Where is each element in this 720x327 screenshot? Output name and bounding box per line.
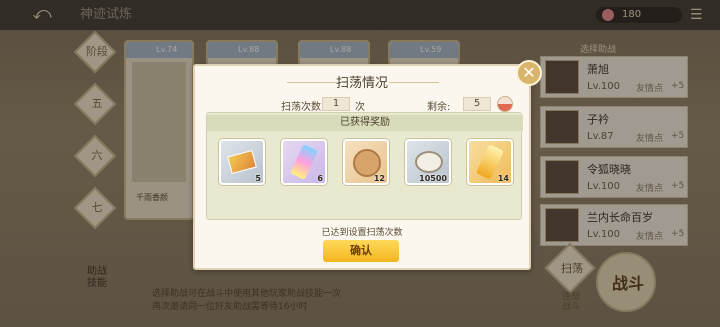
reward-count: 5: [255, 174, 261, 183]
dialog-title: 扫荡情况: [335, 76, 388, 91]
silver-shell-icon: [415, 151, 443, 173]
golden-card-icon: [227, 149, 257, 175]
rewards-header: 已获得奖励: [207, 115, 523, 131]
reward-panel: 已获得奖励 5 6 12 10500 14: [206, 112, 523, 220]
remaining-value: 5: [463, 97, 491, 111]
reward-item[interactable]: 10500: [405, 139, 451, 185]
sweep-count-value: 1: [322, 97, 350, 111]
cookie-icon: [353, 149, 381, 177]
confirm-button[interactable]: 确认: [323, 240, 399, 262]
sweep-result-dialog: 扫荡情况 扫荡次数 1 次 剩余: 5 已获得奖励 5 6 12 10500 1…: [193, 64, 531, 270]
remaining-label: 剩余:: [427, 102, 451, 113]
sweep-status-text: 已达到设置扫荡次数: [321, 228, 403, 238]
reward-count: 6: [317, 174, 323, 183]
reward-count: 12: [373, 174, 385, 183]
sweep-count-unit: 次: [355, 102, 365, 113]
reward-count: 10500: [419, 174, 447, 183]
reward-item[interactable]: 14: [467, 139, 513, 185]
reward-item[interactable]: 6: [281, 139, 327, 185]
stamina-icon: [497, 96, 513, 112]
close-icon[interactable]: ✕: [516, 60, 542, 86]
reward-count: 14: [497, 174, 509, 183]
reward-item[interactable]: 12: [343, 139, 389, 185]
reward-item[interactable]: 5: [219, 139, 265, 185]
rainbow-crystal-icon: [289, 144, 319, 180]
sweep-count-label: 扫荡次数: [281, 102, 321, 113]
